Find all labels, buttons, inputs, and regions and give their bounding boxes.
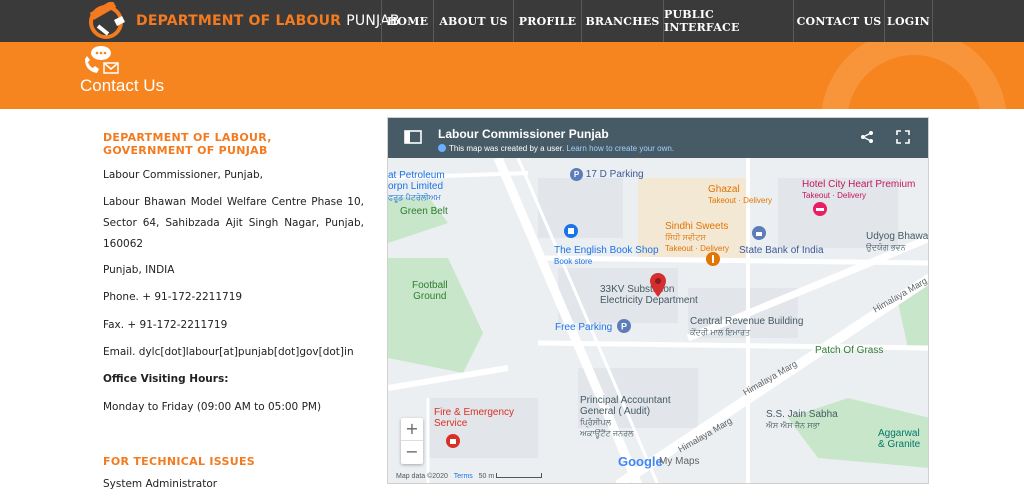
map-label-sindhi-sweets[interactable]: Sindhi Sweets ਸਿੰਧੀ ਸਵੀਟਸ Takeout · Delive… xyxy=(665,221,729,254)
nav-contact-us[interactable]: CONTACT US xyxy=(793,0,884,42)
department-heading: DEPARTMENT OF LABOUR, GOVERNMENT OF PUNJ… xyxy=(103,131,272,157)
fullscreen-icon[interactable] xyxy=(896,130,910,144)
share-icon[interactable] xyxy=(860,130,874,144)
nav-about-us[interactable]: ABOUT US xyxy=(433,0,513,42)
zoom-out-button[interactable]: − xyxy=(401,441,423,464)
visiting-hours-label: Office Visiting Hours: xyxy=(103,373,229,385)
map-label-fire-emergency[interactable]: Fire & Emergency Service xyxy=(434,407,514,429)
map-header: Labour Commissioner Punjab This map was … xyxy=(388,118,928,158)
office-state: Punjab, INDIA xyxy=(103,264,175,276)
terms-link[interactable]: Terms xyxy=(454,473,473,480)
map-title[interactable]: Labour Commissioner Punjab xyxy=(438,127,609,141)
office-fax: Fax. + 91-172-2211719 xyxy=(103,319,228,331)
nav-login[interactable]: LOGIN xyxy=(884,0,933,42)
my-maps-label: My Maps xyxy=(659,456,700,467)
map-label-football-ground: Football Ground xyxy=(412,280,448,302)
scale-bar xyxy=(496,473,543,478)
contact-phone-mail-icon xyxy=(85,46,119,74)
main-nav: HOME ABOUT US PROFILE BRANCHES PUBLIC IN… xyxy=(381,0,933,42)
map-label-petroleum[interactable]: at Petroleum orpn Limited ਫਰੂਡ ਪੈਟਰੋਲੀਅਮ xyxy=(388,170,445,203)
map-label-pag-audit[interactable]: Principal Accountant General ( Audit) ਪ੍ਰਿ… xyxy=(580,395,671,439)
office-name: Labour Commissioner, Punjab, xyxy=(103,169,264,181)
labour-logo-icon xyxy=(89,2,125,39)
page-banner: Contact Us xyxy=(0,42,1024,109)
map-subtitle: This map was created by a user. Learn ho… xyxy=(438,144,674,153)
technical-contact: System Administrator xyxy=(103,478,218,490)
map-attribution: Map data ©2020 Terms 50 m xyxy=(396,473,543,480)
learn-link[interactable]: Learn how to create your own. xyxy=(566,144,674,153)
nav-public-interface[interactable]: PUBLIC INTERFACE xyxy=(663,0,793,42)
parking-icon: P xyxy=(570,168,583,181)
free-parking-icon[interactable]: P xyxy=(617,319,631,333)
svg-text:P: P xyxy=(621,322,627,332)
top-navbar: DEPARTMENT OF LABOUR PUNJAB HOME ABOUT U… xyxy=(0,0,1024,42)
book-store-icon[interactable] xyxy=(564,224,578,238)
map-label-sbi[interactable]: State Bank of India xyxy=(739,245,824,256)
map-label-patch-of-grass: Patch Of Grass xyxy=(815,345,884,356)
location-marker-icon[interactable] xyxy=(650,273,666,297)
page-title: Contact Us xyxy=(80,76,165,95)
zoom-controls: + − xyxy=(401,418,423,464)
office-phone[interactable]: Phone. + 91-172-2211719 xyxy=(103,287,242,308)
visiting-hours: Monday to Friday (09:00 AM to 05:00 PM) xyxy=(103,401,322,413)
map-label-17d-parking[interactable]: P 17 D Parking xyxy=(570,168,644,181)
map-scale: 50 m xyxy=(478,473,495,480)
fire-station-icon[interactable] xyxy=(446,434,460,448)
google-logo: Google xyxy=(618,454,663,469)
map-label-hotel[interactable]: Hotel City Heart Premium Takeout · Delive… xyxy=(802,179,915,201)
map-label-jain-sabha[interactable]: S.S. Jain Sabha ਐਸ ਐਸ ਜੈਨ ਸਭਾ xyxy=(766,409,838,431)
nav-profile[interactable]: PROFILE xyxy=(513,0,581,42)
map-label-free-parking[interactable]: Free Parking xyxy=(555,322,612,333)
office-email[interactable]: Email. dylc[dot]labour[at]punjab[dot]gov… xyxy=(103,342,354,363)
nav-branches[interactable]: BRANCHES xyxy=(581,0,663,42)
info-icon xyxy=(438,144,446,152)
zoom-in-button[interactable]: + xyxy=(401,418,423,441)
banner-decoration-icon xyxy=(821,42,1007,109)
bank-icon[interactable] xyxy=(752,226,766,240)
map-label-33kv-substation[interactable]: 33KV Substation Electricity Department xyxy=(600,284,698,306)
map-label-udyog-bhawan[interactable]: Udyog Bhawa ਉਦਯੋਗ ਭਵਨ xyxy=(866,231,928,253)
map-label-ghazal[interactable]: Ghazal Takeout · Delivery xyxy=(708,184,772,206)
brand-logo-area[interactable]: DEPARTMENT OF LABOUR PUNJAB xyxy=(80,0,399,42)
office-address: Labour Bhawan Model Welfare Centre Phase… xyxy=(103,196,364,250)
map-label-aggarwal[interactable]: Aggarwal & Granite xyxy=(878,428,920,450)
hotel-icon[interactable] xyxy=(813,202,827,216)
brand-name: DEPARTMENT OF LABOUR PUNJAB xyxy=(136,13,400,29)
map-label-english-book-shop[interactable]: The English Book Shop Book store xyxy=(554,245,659,267)
restaurant-icon[interactable] xyxy=(706,252,720,266)
nav-home[interactable]: HOME xyxy=(381,0,433,42)
map-legend-icon[interactable] xyxy=(404,130,422,144)
technical-issues-heading: FOR TECHNICAL ISSUES xyxy=(103,455,255,468)
map-label-central-revenue[interactable]: Central Revenue Building ਕੇਂਦਰੀ ਮਾਲ ਇਮਾਰਤ xyxy=(690,316,803,338)
map-label-green-belt: Green Belt xyxy=(400,206,448,217)
embedded-map[interactable]: Labour Commissioner Punjab This map was … xyxy=(387,117,929,484)
